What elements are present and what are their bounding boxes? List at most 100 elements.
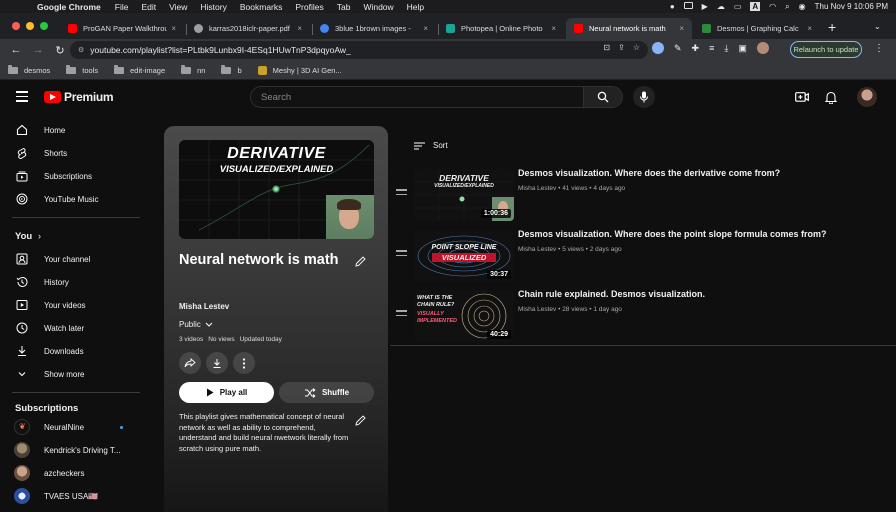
bookmark-star-icon[interactable]: ☆ xyxy=(633,43,640,52)
forward-icon[interactable]: → xyxy=(32,44,44,56)
close-tab-icon[interactable]: × xyxy=(551,24,556,33)
menu-help[interactable]: Help xyxy=(407,2,424,12)
menu-history[interactable]: History xyxy=(200,2,226,12)
menu-hamburger-icon[interactable] xyxy=(16,91,28,105)
tray-display-icon[interactable] xyxy=(683,2,693,11)
bookmark-folder[interactable]: desmos xyxy=(8,64,50,75)
reading-list-icon[interactable]: ≡ xyxy=(709,43,714,53)
sidebar-section-you[interactable]: You › xyxy=(0,225,150,247)
share-button[interactable] xyxy=(179,352,201,374)
browser-tab[interactable]: Desmos | Graphing Calc × xyxy=(694,18,820,39)
video-thumbnail[interactable]: WHAT IS THE CHAIN RULE? VISUALLY IMPLEME… xyxy=(414,290,514,342)
video-title[interactable]: Chain rule explained. Desmos visualizati… xyxy=(518,289,705,299)
browser-tab-active[interactable]: Neural network is math × xyxy=(566,18,692,39)
sidebar-item-history[interactable]: History xyxy=(0,271,150,293)
close-tab-icon[interactable]: × xyxy=(423,24,428,33)
edit-description-button[interactable] xyxy=(355,413,366,426)
video-title[interactable]: Desmos visualization. Where does the der… xyxy=(518,168,780,178)
browser-tab[interactable]: karras2018iclr-paper.pdf × xyxy=(186,18,310,39)
zoom-window-button[interactable] xyxy=(40,22,48,30)
video-thumbnail[interactable]: DERIVATIVE VISUALIZED/EXPLAINED 1:00:36 xyxy=(414,169,514,221)
tray-control-center-icon[interactable]: ◉ xyxy=(799,2,806,11)
eyedropper-icon[interactable]: ✎ xyxy=(674,43,682,54)
youtube-premium-logo[interactable]: Premium xyxy=(44,90,114,104)
drag-handle-icon[interactable] xyxy=(396,250,407,259)
drag-handle-icon[interactable] xyxy=(396,189,407,198)
tray-spotlight-icon[interactable]: ⌕ xyxy=(785,2,789,12)
sidebar-subscription[interactable]: Kendrick's Driving T... xyxy=(0,439,150,461)
browser-tab[interactable]: Photopea | Online Photo × xyxy=(438,18,564,39)
reload-icon[interactable]: ↻ xyxy=(54,44,66,57)
minimize-window-button[interactable] xyxy=(26,22,34,30)
menu-view[interactable]: View xyxy=(169,2,187,12)
menu-bookmarks[interactable]: Bookmarks xyxy=(240,2,283,12)
menu-profiles[interactable]: Profiles xyxy=(295,2,323,12)
voice-search-button[interactable] xyxy=(633,86,655,108)
account-avatar[interactable] xyxy=(857,87,877,107)
sidebar-item-home[interactable]: Home xyxy=(0,119,150,141)
video-channel[interactable]: Misha Lestev xyxy=(518,306,556,313)
chrome-menu-icon[interactable]: ⋮ xyxy=(874,43,884,54)
tray-battery-icon[interactable]: ▭ xyxy=(734,2,742,11)
sidebar-subscription[interactable]: ❦ NeuralNine xyxy=(0,416,150,438)
profile-avatar[interactable] xyxy=(756,42,769,54)
video-channel[interactable]: Misha Lestev xyxy=(518,185,556,192)
bookmark-folder[interactable]: b xyxy=(221,64,242,75)
close-tab-icon[interactable]: × xyxy=(807,24,812,33)
download-playlist-button[interactable] xyxy=(206,352,228,374)
playlist-video-row[interactable]: POINT SLOPE LINE VISUALIZED 30:37 Desmos… xyxy=(390,227,896,285)
menubar-clock[interactable]: Thu Nov 9 10:06 PM xyxy=(815,2,888,11)
video-channel[interactable]: Misha Lestev xyxy=(518,246,556,253)
menu-file[interactable]: File xyxy=(115,2,129,12)
sidebar-item-your-videos[interactable]: Your videos xyxy=(0,294,150,316)
browser-tab[interactable]: 3blue 1brown images - × xyxy=(312,18,436,39)
notifications-button[interactable] xyxy=(823,89,839,105)
close-window-button[interactable] xyxy=(12,22,20,30)
sidebar-item-watch-later[interactable]: Watch later xyxy=(0,317,150,339)
video-thumbnail[interactable]: POINT SLOPE LINE VISUALIZED 30:37 xyxy=(414,230,514,282)
share-icon[interactable]: ⇪ xyxy=(618,43,625,52)
playlist-thumbnail[interactable]: DERIVATIVE VISUALIZED/EXPLAINED xyxy=(179,140,374,239)
bookmark-folder[interactable]: tools xyxy=(66,64,98,75)
shuffle-button[interactable]: Shuffle xyxy=(279,382,374,403)
more-actions-button[interactable] xyxy=(233,352,255,374)
sidebar-item-downloads[interactable]: Downloads xyxy=(0,340,150,362)
bookmark-link[interactable]: Meshy | 3D AI Gen... xyxy=(257,65,342,75)
playlist-owner[interactable]: Misha Lestev xyxy=(179,302,229,311)
relaunch-button[interactable]: Relaunch to update xyxy=(790,41,862,58)
close-tab-icon[interactable]: × xyxy=(679,24,684,33)
tray-input-icon[interactable]: A xyxy=(750,2,761,11)
create-video-button[interactable] xyxy=(794,89,810,105)
visibility-dropdown[interactable]: Public xyxy=(179,320,213,329)
bookmark-folder[interactable]: edit-image xyxy=(114,64,165,75)
menu-window[interactable]: Window xyxy=(363,2,393,12)
sidebar-item-your-channel[interactable]: Your channel xyxy=(0,248,150,270)
tray-cloud-icon[interactable]: ☁ xyxy=(717,2,725,11)
search-button[interactable] xyxy=(583,86,623,108)
address-bar[interactable]: ⚙ youtube.com/playlist?list=PLtbk9Lunbx9… xyxy=(70,41,648,59)
site-info-icon[interactable]: ⚙ xyxy=(78,46,84,54)
menu-app-name[interactable]: Google Chrome xyxy=(37,2,101,12)
download-icon[interactable]: ⤓ xyxy=(724,43,728,54)
apple-icon[interactable] xyxy=(14,2,23,11)
tray-dot-icon[interactable]: ● xyxy=(670,2,675,11)
tab-search-icon[interactable]: ⌄ xyxy=(874,22,881,31)
sidebar-item-subscriptions[interactable]: Subscriptions xyxy=(0,165,150,187)
sidebar-subscription[interactable]: azcheckers xyxy=(0,462,150,484)
back-icon[interactable]: ← xyxy=(10,44,22,56)
playlist-video-row[interactable]: WHAT IS THE CHAIN RULE? VISUALLY IMPLEME… xyxy=(390,287,896,345)
close-tab-icon[interactable]: × xyxy=(297,24,302,33)
video-title[interactable]: Desmos visualization. Where does the poi… xyxy=(518,229,827,239)
tray-play-icon[interactable]: ▶ xyxy=(702,2,708,11)
playlist-video-row[interactable]: DERIVATIVE VISUALIZED/EXPLAINED 1:00:36 … xyxy=(390,166,896,224)
edit-title-button[interactable] xyxy=(355,254,366,267)
sidebar-item-shorts[interactable]: Shorts xyxy=(0,142,150,164)
install-app-icon[interactable]: ⊡ xyxy=(603,43,610,52)
menu-edit[interactable]: Edit xyxy=(141,2,156,12)
close-tab-icon[interactable]: × xyxy=(171,24,176,33)
extensions-puzzle-icon[interactable]: ✚ xyxy=(692,43,700,54)
side-panel-icon[interactable]: ▣ xyxy=(738,43,747,54)
browser-tab[interactable]: ProGAN Paper Walkthrough × xyxy=(60,18,184,39)
extension-icon[interactable] xyxy=(652,42,664,54)
sidebar-item-youtube-music[interactable]: YouTube Music xyxy=(0,188,150,210)
